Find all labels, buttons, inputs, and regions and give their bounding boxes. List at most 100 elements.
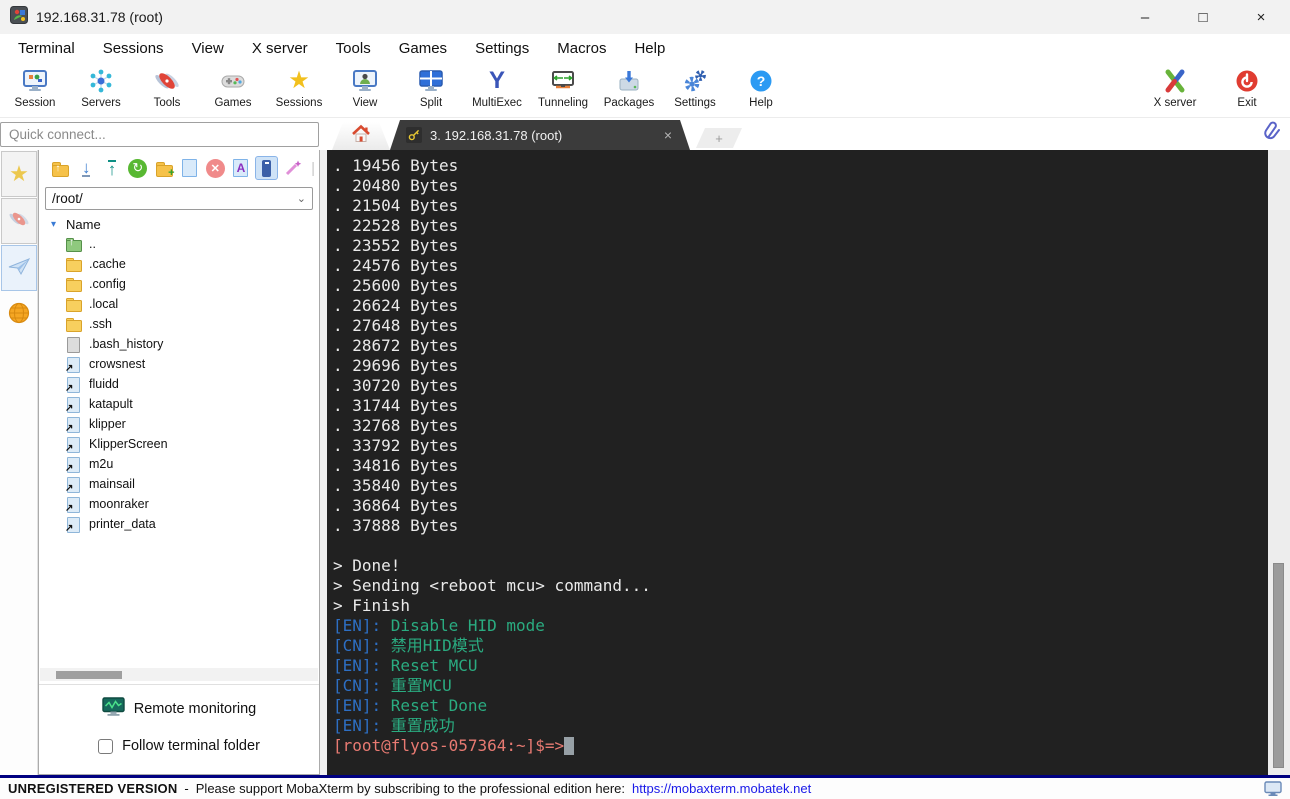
tools-knife-icon <box>154 66 180 96</box>
sessions-star-icon: ★ <box>9 161 29 186</box>
file-name: m2u <box>89 457 114 471</box>
tunneling-icon <box>550 66 576 96</box>
file-row-moonraker[interactable]: ↗ moonraker <box>65 494 319 514</box>
symlink-icon: ↗ <box>65 396 82 414</box>
sort-direction-icon[interactable]: ▾ <box>51 219 56 230</box>
tab-active-session[interactable]: 3. 192.168.31.78 (root) × <box>390 120 690 150</box>
menu-item-view[interactable]: View <box>178 40 238 57</box>
delete-button[interactable]: ✕ <box>204 156 227 180</box>
menu-item-macros[interactable]: Macros <box>543 40 620 57</box>
maximize-button[interactable]: □ <box>1174 0 1232 34</box>
toolbar-split-button[interactable]: Split <box>398 62 464 117</box>
menu-item-help[interactable]: Help <box>620 40 679 57</box>
file-list: ↑.. .cache .config .local .ssh .bash_history ↗… <box>39 234 319 534</box>
file-row-ssh[interactable]: .ssh <box>65 314 319 334</box>
download-button[interactable]: ↓ <box>75 156 98 180</box>
terminal-scrollbar[interactable] <box>1268 150 1290 775</box>
split-icon <box>418 66 444 96</box>
sidebar-tab-tools[interactable] <box>1 198 37 244</box>
close-button[interactable]: × <box>1232 0 1290 34</box>
toolbar-multiexec-button[interactable]: Y MultiExec <box>464 62 530 117</box>
quick-connect-input[interactable] <box>0 122 319 147</box>
panel-splitter[interactable] <box>320 150 327 775</box>
rename-button[interactable]: A <box>230 156 253 180</box>
follow-terminal-folder-checkbox[interactable] <box>98 738 114 754</box>
sidebar-strip: ★ <box>0 150 38 775</box>
toolbar-view-button[interactable]: View <box>332 62 398 117</box>
toolbar-servers-button[interactable]: Servers <box>68 62 134 117</box>
menu-item-x-server[interactable]: X server <box>238 40 322 57</box>
path-dropdown[interactable]: /root/ ⌄ <box>45 187 313 210</box>
file-name: .bash_history <box>89 337 164 351</box>
horizontal-scrollbar[interactable] <box>40 668 318 681</box>
toolbar-session-button[interactable]: Session <box>2 62 68 117</box>
file-row-cache[interactable]: .cache <box>65 254 319 274</box>
sidebar-tab-sessions[interactable]: ★ <box>1 151 37 197</box>
menu-item-terminal[interactable]: Terminal <box>4 40 89 57</box>
menu-item-sessions[interactable]: Sessions <box>89 40 178 57</box>
file-row-klipper[interactable]: ↗ klipper <box>65 414 319 434</box>
sidebar-tab-sftp[interactable] <box>1 292 37 338</box>
games-gamepad-icon <box>220 66 246 96</box>
symlink-icon: ↗ <box>65 456 82 474</box>
terminal-area[interactable]: . 19456 Bytes. 20480 Bytes. 21504 Bytes.… <box>327 150 1268 775</box>
symlink-icon: ↗ <box>65 376 82 394</box>
toolbar-tunneling-button[interactable]: Tunneling <box>530 62 596 117</box>
file-name: .ssh <box>89 317 112 331</box>
menu-item-settings[interactable]: Settings <box>461 40 543 57</box>
tools-knife-icon <box>8 208 30 235</box>
minimize-button[interactable]: – <box>1116 0 1174 34</box>
file-row-[interactable]: ↑.. <box>65 234 319 254</box>
file-row-printer_data[interactable]: ↗ printer_data <box>65 514 319 534</box>
file-name: .config <box>89 277 126 291</box>
status-separator: - <box>184 781 189 796</box>
file-name: mainsail <box>89 477 135 491</box>
unregistered-version-label: UNREGISTERED VERSION <box>8 781 178 796</box>
file-row-crowsnest[interactable]: ↗ crowsnest <box>65 354 319 374</box>
file-list-header[interactable]: ▾ Name <box>39 214 319 234</box>
toolbar-games-button[interactable]: Games <box>200 62 266 117</box>
magic-wand-button[interactable] <box>281 156 304 180</box>
new-folder-button[interactable]: + <box>152 156 175 180</box>
file-row-KlipperScreen[interactable]: ↗ KlipperScreen <box>65 434 319 454</box>
sidebar-tab-macros[interactable] <box>1 245 37 291</box>
file-row-local[interactable]: .local <box>65 294 319 314</box>
upload-button[interactable]: ↑ <box>101 156 124 180</box>
file-row-m2u[interactable]: ↗ m2u <box>65 454 319 474</box>
toolbar-help-button[interactable]: ? Help <box>728 62 794 117</box>
toolbar-exit-button[interactable]: Exit <box>1214 62 1280 117</box>
toolbar-sessions-button[interactable]: ★ Sessions <box>266 62 332 117</box>
horizontal-scrollbar-thumb[interactable] <box>56 670 122 679</box>
new-tab-button[interactable]: + <box>696 128 742 148</box>
file-browser-toolbar: ↑ ↓ ↑ ↻ + ✕ A | <box>39 150 319 186</box>
tab-close-icon[interactable]: × <box>662 127 674 143</box>
toolbar-tools-button[interactable]: Tools <box>134 62 200 117</box>
menu-item-tools[interactable]: Tools <box>322 40 385 57</box>
attachments-paperclip-icon[interactable] <box>1262 121 1282 150</box>
paper-plane-icon <box>7 256 31 281</box>
chevron-down-icon: ⌄ <box>296 193 306 205</box>
plus-icon: + <box>715 130 723 146</box>
file-row-fluidd[interactable]: ↗ fluidd <box>65 374 319 394</box>
toolbar-packages-button[interactable]: Packages <box>596 62 662 117</box>
new-file-button[interactable] <box>178 156 201 180</box>
menu-item-games[interactable]: Games <box>385 40 461 57</box>
file-row-katapult[interactable]: ↗ katapult <box>65 394 319 414</box>
status-bar: UNREGISTERED VERSION - Please support Mo… <box>0 775 1290 799</box>
mobatek-link[interactable]: https://mobaxterm.mobatek.net <box>632 781 811 796</box>
toolbar-settings-button[interactable]: Settings <box>662 62 728 117</box>
tab-home[interactable] <box>332 122 390 150</box>
sync-browser-toggle[interactable] <box>255 156 279 180</box>
file-row-mainsail[interactable]: ↗ mainsail <box>65 474 319 494</box>
refresh-button[interactable]: ↻ <box>126 156 149 180</box>
terminal-scrollbar-thumb[interactable] <box>1273 563 1284 768</box>
file-row-bash_history[interactable]: .bash_history <box>65 334 319 354</box>
symlink-icon: ↗ <box>65 416 82 434</box>
symlink-icon: ↗ <box>65 356 82 374</box>
parent-directory-button[interactable]: ↑ <box>49 156 72 180</box>
name-column-header[interactable]: Name <box>66 217 101 232</box>
sessions-star-icon: ★ <box>288 67 310 94</box>
remote-monitoring-button[interactable]: Remote monitoring <box>39 695 319 723</box>
toolbar-xserver-button[interactable]: X server <box>1136 62 1214 117</box>
file-row-config[interactable]: .config <box>65 274 319 294</box>
